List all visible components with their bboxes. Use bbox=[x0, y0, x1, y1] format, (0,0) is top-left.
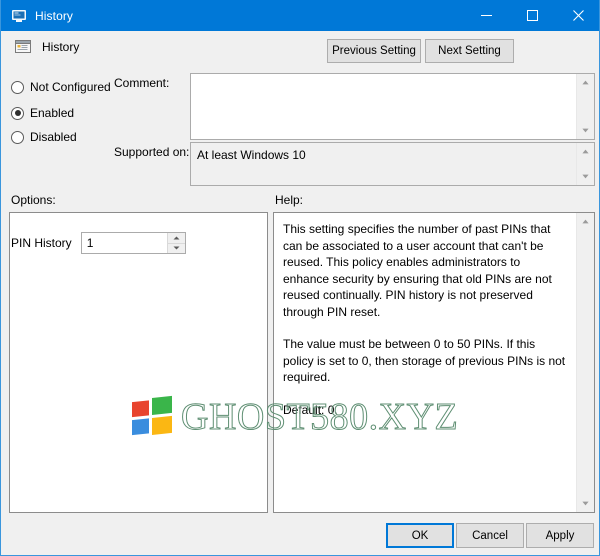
scroll-down-icon[interactable] bbox=[577, 168, 594, 185]
radio-not-configured[interactable]: Not Configured bbox=[11, 79, 111, 95]
supported-on-label: Supported on: bbox=[114, 145, 190, 159]
minimize-icon[interactable] bbox=[463, 0, 509, 31]
setting-name: History bbox=[42, 39, 80, 54]
spinner-down-icon[interactable] bbox=[167, 242, 185, 253]
window-controls bbox=[463, 0, 599, 31]
help-panel: This setting specifies the number of pas… bbox=[273, 212, 595, 513]
comment-textbox[interactable] bbox=[190, 73, 595, 140]
supported-on-scrollbar[interactable] bbox=[576, 143, 594, 185]
comment-label: Comment: bbox=[114, 76, 170, 90]
apply-button[interactable]: Apply bbox=[526, 523, 594, 548]
next-setting-button[interactable]: Next Setting bbox=[425, 39, 514, 63]
policy-setting-dialog: History History Previous Setting Next Se… bbox=[0, 0, 600, 556]
radio-label: Disabled bbox=[30, 130, 77, 144]
radio-indicator bbox=[11, 80, 24, 94]
help-paragraph: The value must be between 0 to 50 PINs. … bbox=[283, 337, 566, 384]
maximize-icon[interactable] bbox=[509, 0, 555, 31]
spinner-up-icon[interactable] bbox=[167, 233, 185, 243]
pin-history-value[interactable]: 1 bbox=[82, 233, 167, 253]
radio-indicator bbox=[11, 130, 24, 144]
policy-setting-icon bbox=[14, 38, 32, 56]
help-scrollbar[interactable] bbox=[576, 213, 594, 512]
scroll-up-icon[interactable] bbox=[577, 74, 594, 91]
radio-enabled[interactable]: Enabled bbox=[11, 105, 74, 121]
previous-setting-button[interactable]: Previous Setting bbox=[327, 39, 421, 63]
pin-history-spinner[interactable]: 1 bbox=[80, 232, 186, 254]
pin-history-row: PIN History 1 bbox=[11, 232, 186, 254]
scroll-up-icon[interactable] bbox=[577, 143, 594, 160]
help-text: This setting specifies the number of pas… bbox=[274, 213, 576, 512]
cancel-button[interactable]: Cancel bbox=[456, 523, 524, 548]
scroll-up-icon[interactable] bbox=[577, 213, 594, 230]
supported-on-textbox: At least Windows 10 bbox=[190, 142, 595, 186]
help-paragraph: Default: 0. bbox=[283, 402, 338, 417]
scroll-down-icon[interactable] bbox=[577, 495, 594, 512]
policy-setting-icon bbox=[11, 8, 27, 24]
scroll-down-icon[interactable] bbox=[577, 122, 594, 139]
close-icon[interactable] bbox=[555, 0, 599, 31]
comment-scrollbar[interactable] bbox=[576, 74, 594, 139]
options-panel bbox=[9, 212, 268, 513]
spinner-buttons[interactable] bbox=[166, 233, 185, 253]
options-label: Options: bbox=[11, 193, 56, 207]
radio-label: Enabled bbox=[30, 106, 75, 120]
help-label: Help: bbox=[275, 193, 304, 207]
radio-indicator-selected bbox=[11, 106, 24, 120]
radio-disabled[interactable]: Disabled bbox=[11, 129, 77, 145]
radio-label: Not Configured bbox=[30, 80, 111, 94]
help-paragraph: This setting specifies the number of pas… bbox=[283, 222, 552, 319]
pin-history-label: PIN History bbox=[11, 236, 72, 250]
ok-button[interactable]: OK bbox=[386, 523, 454, 548]
title-bar: History bbox=[1, 0, 599, 31]
supported-on-value: At least Windows 10 bbox=[197, 148, 306, 162]
comment-value[interactable] bbox=[191, 74, 576, 139]
window-title: History bbox=[35, 8, 74, 23]
